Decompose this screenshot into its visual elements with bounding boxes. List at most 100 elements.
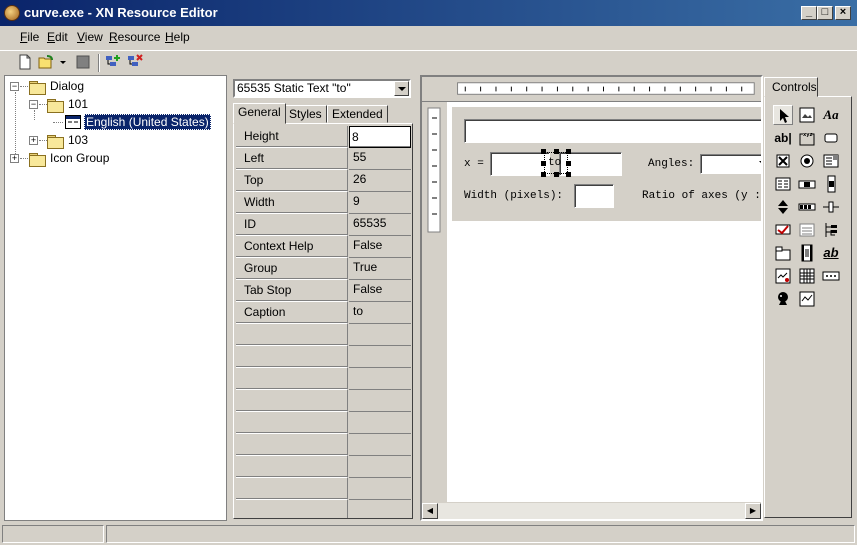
menu-edit[interactable]: Edit bbox=[47, 30, 68, 44]
prop-value[interactable]: False bbox=[349, 280, 411, 302]
resize-handle[interactable] bbox=[566, 161, 571, 166]
add-resource-icon[interactable] bbox=[105, 54, 121, 70]
group-box-icon[interactable]: xyz bbox=[797, 128, 817, 148]
minimize-button[interactable]: _ bbox=[801, 6, 817, 20]
prop-value[interactable]: 9 bbox=[349, 192, 411, 214]
preview-width-edit[interactable] bbox=[574, 184, 614, 208]
prop-key: Left bbox=[236, 148, 348, 170]
control-selector-combo[interactable]: 65535 Static Text "to" bbox=[233, 79, 411, 98]
menu-file[interactable]: File bbox=[20, 30, 39, 44]
list-view-icon[interactable] bbox=[797, 220, 817, 240]
prop-value-edit[interactable]: 8 bbox=[349, 126, 411, 148]
rich-edit-icon[interactable]: ab bbox=[821, 243, 841, 263]
scroll-left-button[interactable]: ◀ bbox=[422, 503, 438, 519]
resize-handle[interactable] bbox=[566, 172, 571, 177]
combobox-icon[interactable] bbox=[821, 151, 841, 171]
menu-help[interactable]: Help bbox=[165, 30, 190, 44]
tree-view-icon[interactable] bbox=[821, 220, 841, 240]
control-selector-value: 65535 Static Text "to" bbox=[237, 81, 351, 95]
prop-row[interactable]: Width 9 bbox=[236, 192, 410, 214]
open-folder-icon[interactable] bbox=[38, 54, 54, 70]
tab-control-icon[interactable] bbox=[773, 243, 793, 263]
resize-handle[interactable] bbox=[554, 172, 559, 177]
expander-101[interactable]: − bbox=[29, 100, 38, 109]
toolbar-separator bbox=[98, 54, 100, 72]
checkbox-icon[interactable] bbox=[773, 151, 793, 171]
spinner-icon[interactable] bbox=[773, 197, 793, 217]
prop-row[interactable]: Context Help False bbox=[236, 236, 410, 258]
button-icon[interactable] bbox=[821, 128, 841, 148]
folder-closed-icon bbox=[29, 153, 46, 167]
tab-extended[interactable]: Extended bbox=[327, 105, 388, 123]
prop-value[interactable]: 26 bbox=[349, 170, 411, 192]
tab-styles[interactable]: Styles bbox=[284, 105, 327, 123]
tree-node-dialog[interactable]: Dialog bbox=[50, 78, 84, 94]
expander-icon-group[interactable]: + bbox=[10, 154, 19, 163]
pointer-icon[interactable] bbox=[773, 105, 793, 125]
resize-handle[interactable] bbox=[541, 161, 546, 166]
resize-handle[interactable] bbox=[554, 149, 559, 154]
tree-node-103[interactable]: 103 bbox=[68, 132, 88, 148]
dialog-preview[interactable]: x = to Angles: Width (pixels): Ratio of … bbox=[452, 107, 761, 221]
hotkey-icon[interactable] bbox=[773, 220, 793, 240]
prop-value[interactable]: True bbox=[349, 258, 411, 280]
date-time-picker-icon[interactable] bbox=[773, 266, 793, 286]
prop-row[interactable]: Height 8 bbox=[236, 126, 411, 148]
custom-control-icon[interactable] bbox=[797, 289, 817, 309]
menu-view[interactable]: View bbox=[77, 30, 103, 44]
static-text-icon[interactable]: Aa bbox=[821, 105, 841, 125]
picture-icon[interactable] bbox=[797, 105, 817, 125]
prop-row[interactable]: Group True bbox=[236, 258, 410, 280]
prop-row[interactable]: Caption to bbox=[236, 302, 410, 324]
prop-row[interactable]: ID 65535 bbox=[236, 214, 410, 236]
month-calendar-icon[interactable] bbox=[797, 266, 817, 286]
prop-row[interactable]: Top 26 bbox=[236, 170, 410, 192]
user-control-icon[interactable] bbox=[773, 289, 793, 309]
prop-value[interactable]: to bbox=[349, 302, 411, 324]
tab-general[interactable]: General bbox=[233, 103, 286, 124]
new-file-icon[interactable] bbox=[17, 54, 33, 70]
edit-box-icon[interactable]: ab| bbox=[773, 128, 793, 148]
horizontal-scrollbar-icon[interactable] bbox=[797, 174, 817, 194]
resize-handle[interactable] bbox=[541, 172, 546, 177]
tree-node-101[interactable]: 101 bbox=[68, 96, 88, 112]
radio-button-icon[interactable] bbox=[797, 151, 817, 171]
horizontal-scrollbar[interactable]: ◀ ▶ bbox=[422, 502, 761, 519]
prop-row-empty bbox=[236, 434, 410, 456]
prop-value[interactable]: 55 bbox=[349, 148, 411, 170]
controls-box: Aa ab| xyz ab bbox=[764, 96, 852, 518]
resize-handle[interactable] bbox=[566, 149, 571, 154]
trackbar-icon[interactable] bbox=[821, 197, 841, 217]
prop-row[interactable]: Left 55 bbox=[236, 148, 410, 170]
expander-dialog[interactable]: − bbox=[10, 82, 19, 91]
progress-bar-icon[interactable] bbox=[797, 197, 817, 217]
tree-node-english[interactable]: English (United States) bbox=[84, 114, 211, 130]
app-icon[interactable] bbox=[4, 5, 20, 21]
selected-static-text[interactable]: to bbox=[544, 152, 568, 174]
expander-103[interactable]: + bbox=[29, 136, 38, 145]
combo-dropdown-arrow[interactable] bbox=[394, 81, 409, 96]
maximize-button[interactable]: □ bbox=[817, 6, 833, 20]
prop-value[interactable]: 65535 bbox=[349, 214, 411, 236]
chevron-down-icon bbox=[759, 161, 761, 165]
preview-angles-combo[interactable] bbox=[700, 154, 761, 174]
animation-icon[interactable] bbox=[797, 243, 817, 263]
resource-tree[interactable]: − Dialog − 101 English (United States) +… bbox=[4, 75, 227, 521]
resize-handle[interactable] bbox=[541, 149, 546, 154]
tree-node-icon-group[interactable]: Icon Group bbox=[50, 150, 109, 166]
menu-resource[interactable]: Resource bbox=[109, 30, 160, 44]
ip-address-icon[interactable] bbox=[821, 266, 841, 286]
open-dropdown-icon[interactable] bbox=[58, 54, 68, 70]
prop-row[interactable]: Tab Stop False bbox=[236, 280, 410, 302]
preview-top-edit[interactable] bbox=[464, 119, 761, 143]
save-icon[interactable] bbox=[75, 54, 91, 70]
prop-key: ID bbox=[236, 214, 348, 236]
listbox-icon[interactable] bbox=[773, 174, 793, 194]
delete-resource-icon[interactable] bbox=[127, 54, 143, 70]
scroll-right-button[interactable]: ▶ bbox=[745, 503, 761, 519]
tab-controls[interactable]: Controls bbox=[764, 77, 818, 97]
dialog-designer[interactable]: x = to Angles: Width (pixels): Ratio of … bbox=[420, 75, 763, 521]
vertical-scrollbar-icon[interactable] bbox=[821, 174, 841, 194]
close-button[interactable]: × bbox=[835, 6, 851, 20]
prop-value[interactable]: False bbox=[349, 236, 411, 258]
